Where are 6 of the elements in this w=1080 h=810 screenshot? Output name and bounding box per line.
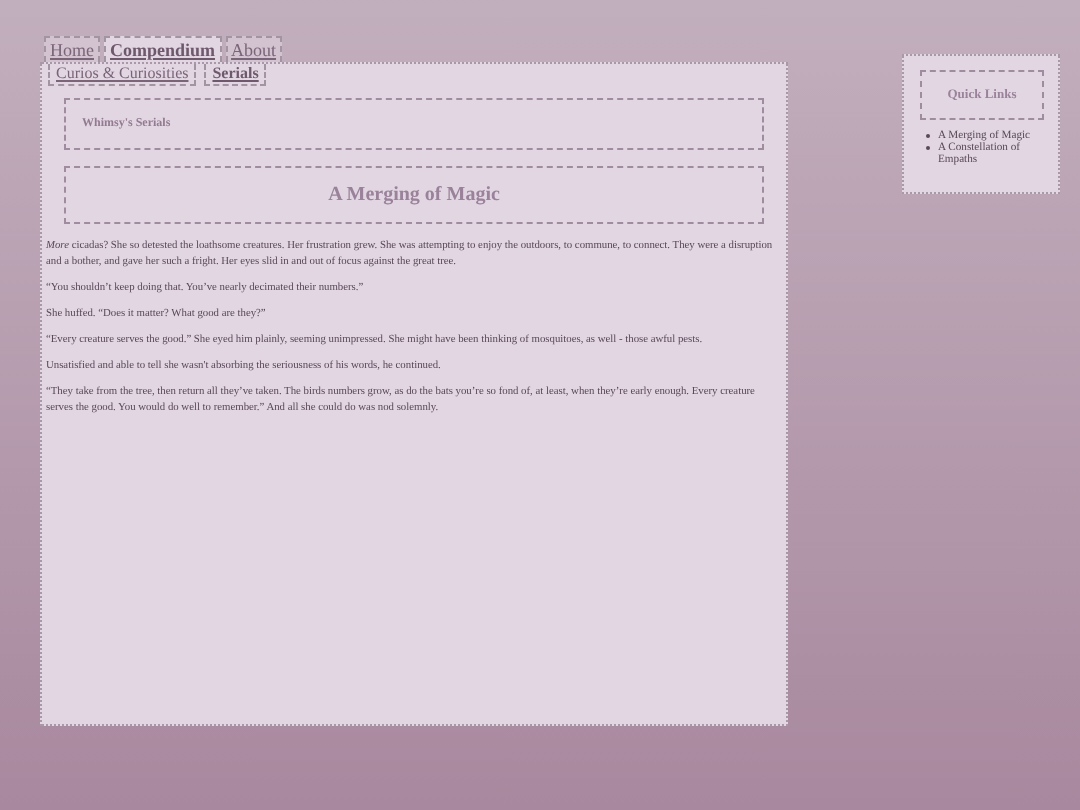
nav-tab[interactable]: About xyxy=(225,36,283,62)
story-title: A Merging of Magic xyxy=(328,184,500,206)
nav-tab[interactable]: Compendium xyxy=(104,36,222,62)
sub-tab[interactable]: Curios & Curiosities xyxy=(48,64,197,86)
sub-tab[interactable]: Serials xyxy=(204,64,267,86)
nav-tab[interactable]: Home xyxy=(44,36,100,62)
